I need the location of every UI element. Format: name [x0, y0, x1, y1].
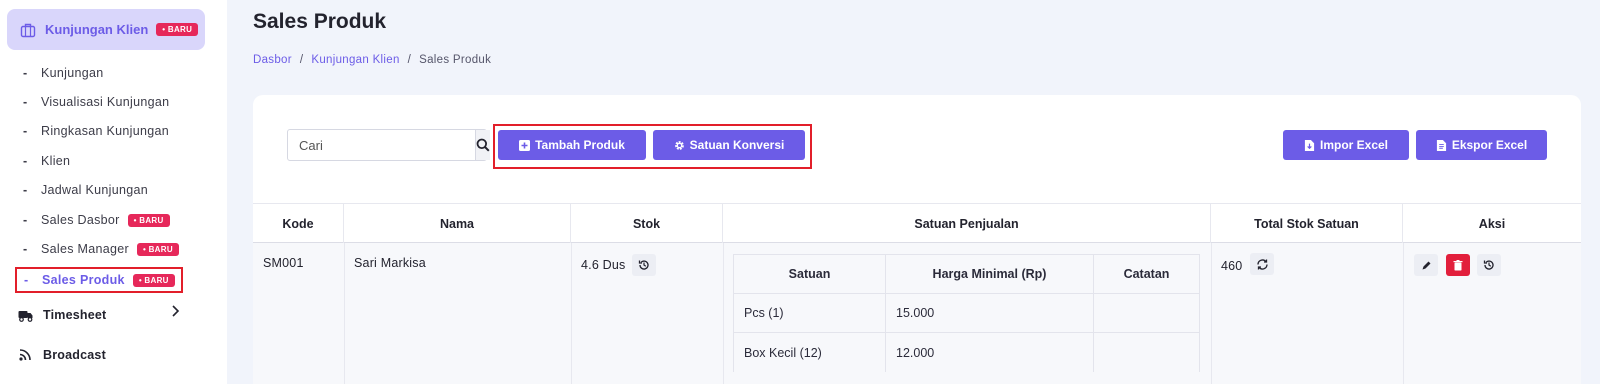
sidebar-item-sales-produk[interactable]: - Sales Produk • BARU	[15, 267, 183, 293]
sales-unit-table: Satuan Harga Minimal (Rp) Catatan Pcs (1…	[733, 254, 1200, 372]
sidebar-item-ringkasan[interactable]: - Ringkasan Kunjungan	[16, 118, 169, 144]
cell-stok: 4.6 Dus	[581, 258, 626, 272]
edit-button[interactable]	[1414, 254, 1438, 276]
import-excel-button[interactable]: Impor Excel	[1283, 130, 1409, 160]
refresh-stock-button[interactable]	[1250, 253, 1274, 275]
table-header: Kode Nama Stok Satuan Penjualan Total St…	[253, 203, 1581, 244]
column-header-aksi: Aksi	[1478, 217, 1506, 231]
column-header-stok: Stok	[571, 204, 723, 244]
inner-cell-satuan: Pcs (1)	[734, 294, 886, 333]
delete-button[interactable]	[1446, 254, 1470, 276]
column-header-kode: Kode	[253, 204, 344, 244]
history-icon	[638, 260, 649, 270]
cell-total-stok: 460	[1221, 259, 1243, 273]
sidebar-item-label: Ringkasan Kunjungan	[41, 124, 170, 138]
menu-label: Kunjungan Klien	[45, 22, 149, 37]
sidebar-item-label: Jadwal Kunjungan	[41, 183, 148, 197]
sidebar-item-jadwal[interactable]: - Jadwal Kunjungan	[16, 177, 148, 203]
sidebar-item-label: Visualisasi Kunjungan	[41, 95, 170, 109]
search-box	[287, 129, 490, 161]
search-input[interactable]	[288, 130, 475, 160]
pencil-icon	[1422, 261, 1430, 269]
button-label: Impor Excel	[1319, 138, 1389, 152]
sidebar: Kunjungan Klien • BARU - Kunjungan - Visua…	[0, 0, 227, 384]
cell-nama: Sari Markisa	[354, 256, 426, 270]
gear-icon	[674, 140, 684, 150]
sidebar-group-broadcast[interactable]: Broadcast	[18, 348, 106, 362]
column-header-total-stok: Total Stok Satuan	[1211, 204, 1403, 244]
sidebar-item-label: Sales Produk	[42, 273, 125, 287]
column-header-nama: Nama	[344, 204, 571, 244]
search-button[interactable]	[475, 130, 490, 160]
chevron-right-icon[interactable]	[170, 304, 180, 318]
sidebar-item-label: Sales Dasbor	[41, 213, 120, 227]
menu-kunjungan-klien[interactable]: Kunjungan Klien • BARU	[7, 9, 205, 50]
stock-history-button[interactable]	[632, 254, 656, 276]
inner-cell-harga: 12.000	[886, 333, 1094, 372]
sidebar-item-label: Klien	[41, 154, 71, 168]
inner-header-catatan: Catatan	[1094, 255, 1199, 294]
briefcase-icon	[20, 23, 36, 37]
export-excel-button[interactable]: Ekspor Excel	[1416, 130, 1547, 160]
new-badge: • BARU	[132, 273, 175, 287]
inner-cell-satuan: Box Kecil (12)	[734, 333, 886, 372]
new-badge: • BARU	[156, 23, 199, 36]
history-button[interactable]	[1477, 254, 1501, 276]
sidebar-item-label: Sales Manager	[41, 242, 129, 256]
button-label: Ekspor Excel	[1451, 138, 1528, 152]
column-header-satuan: Satuan Penjualan	[723, 204, 1211, 244]
sidebar-item-label: Kunjungan	[41, 66, 104, 80]
breadcrumb-dasbor[interactable]: Dasbor	[253, 54, 292, 66]
unit-conversion-button[interactable]: Satuan Konversi	[653, 130, 805, 160]
sidebar-item-kunjungan[interactable]: - Kunjungan	[16, 60, 103, 86]
file-import-icon	[1304, 139, 1315, 151]
cell-kode: SM001	[263, 256, 304, 270]
button-label: Tambah Produk	[535, 138, 625, 152]
new-badge: • BARU	[136, 242, 179, 256]
sidebar-item-visualisasi[interactable]: - Visualisasi Kunjungan	[16, 89, 169, 115]
search-icon	[476, 138, 490, 152]
breadcrumb: Dasbor / Kunjungan Klien / Sales Produk	[253, 54, 492, 66]
trash-icon	[1453, 259, 1463, 270]
new-badge: • BARU	[127, 213, 170, 227]
inner-header-satuan: Satuan	[734, 255, 886, 294]
truck-clock-icon	[18, 311, 33, 322]
breadcrumb-kunjungan-klien[interactable]: Kunjungan Klien	[311, 54, 399, 66]
file-export-icon	[1436, 139, 1446, 151]
page-title: Sales Produk	[253, 10, 387, 33]
history-icon	[1483, 260, 1494, 270]
button-label: Satuan Konversi	[689, 138, 785, 152]
inner-cell-catatan	[1094, 294, 1199, 333]
breadcrumb-current: Sales Produk	[419, 54, 492, 66]
sidebar-group-timesheet[interactable]: Timesheet	[18, 308, 106, 322]
broadcast-icon	[19, 349, 31, 361]
sidebar-item-klien[interactable]: - Klien	[16, 148, 70, 174]
group-label: Broadcast	[43, 348, 106, 362]
inner-header-harga: Harga Minimal (Rp)	[886, 255, 1094, 294]
add-product-button[interactable]: Tambah Produk	[498, 130, 646, 160]
group-label: Timesheet	[43, 308, 107, 322]
refresh-icon	[1256, 258, 1268, 270]
inner-cell-harga: 15.000	[886, 294, 1094, 333]
sidebar-item-sales-dasbor[interactable]: - Sales Dasbor • BARU	[16, 207, 170, 233]
plus-square-icon	[519, 139, 531, 151]
inner-cell-catatan	[1094, 333, 1199, 372]
sidebar-item-sales-manager[interactable]: - Sales Manager • BARU	[16, 236, 179, 262]
